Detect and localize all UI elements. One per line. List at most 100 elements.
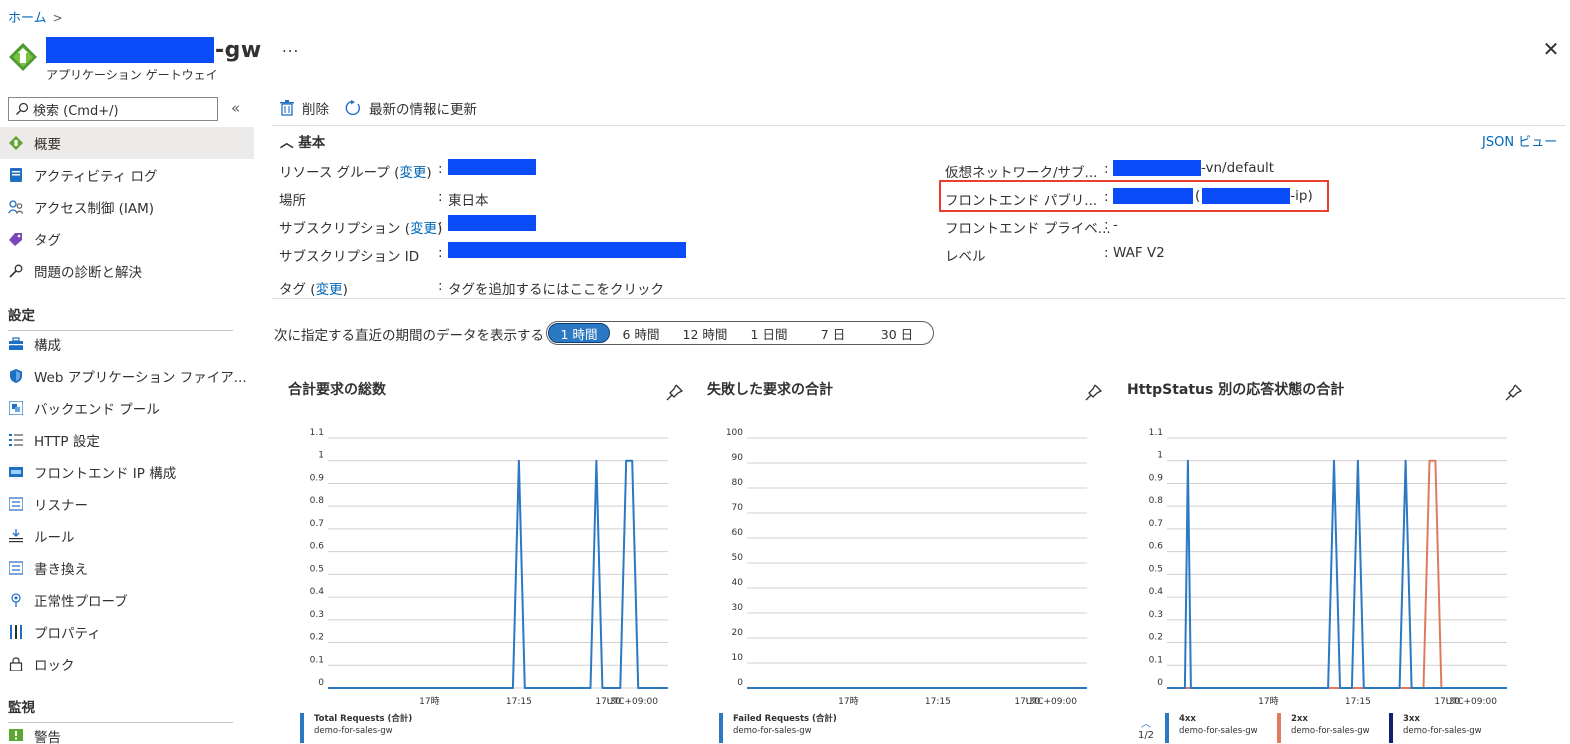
- y-tick-label: 0.4: [1149, 587, 1164, 597]
- vnet-label: 仮想ネットワーク/サブ...: [945, 165, 1098, 181]
- chart-plot: 100908070605040302010017時 17:15 17:30UTC+0…: [726, 428, 1087, 707]
- sidebar-item-rewrite[interactable]: 書き換え: [0, 552, 254, 584]
- colon: :: [438, 189, 443, 205]
- resource-group-value[interactable]: [448, 159, 536, 175]
- health-probe-icon: [8, 592, 24, 608]
- sidebar: 検索 (Cmd+/) « 概要 アクティビティ ログ アクセス制御 (IAM) …: [0, 94, 254, 744]
- sidebar-item-label: HTTP 設定: [34, 434, 100, 450]
- sidebar-item-overview[interactable]: 概要: [0, 127, 254, 159]
- sidebar-item-label: バックエンド プール: [34, 402, 160, 418]
- chart-http-status: 1.1 1 0.9 0.8 0.7 0.6 0.5 0.4 0.3 0.2 0.1 0 17時 17:15…: [1127, 375, 1537, 744]
- sidebar-item-configuration[interactable]: 構成: [0, 328, 254, 360]
- redacted-subscription-id: [448, 242, 686, 258]
- time-range-7d[interactable]: 7 日: [800, 323, 866, 343]
- sidebar-item-alerts[interactable]: 警告: [0, 720, 254, 744]
- json-view-link[interactable]: JSON ビュー: [1482, 131, 1557, 150]
- y-tick-label: 0: [737, 678, 743, 688]
- pin-icon[interactable]: [1083, 383, 1103, 403]
- sidebar-section-monitoring: 監視: [8, 696, 233, 723]
- y-tick-label: 0: [1157, 678, 1163, 688]
- sidebar-item-backend-pool[interactable]: バックエンド プール: [0, 392, 254, 424]
- change-tags-link[interactable]: 変更: [316, 282, 343, 298]
- pin-icon[interactable]: [1503, 383, 1523, 403]
- sidebar-item-frontend-ip[interactable]: フロントエンド IP 構成: [0, 456, 254, 488]
- trash-icon: [280, 100, 294, 116]
- colon: :: [438, 245, 443, 261]
- legend-item[interactable]: Failed Requests (合計) demo-for-sales-gw: [719, 713, 837, 743]
- sidebar-item-label: 概要: [34, 137, 61, 153]
- tags-label: タグ (変更): [279, 282, 348, 298]
- sidebar-item-properties[interactable]: プロパティ: [0, 616, 254, 648]
- y-tick-label: 0.9: [310, 473, 325, 483]
- rewrite-icon: [8, 560, 24, 576]
- y-tick-label: 0.1: [1149, 655, 1163, 665]
- legend-item[interactable]: 2xx demo-for-sales-gw: [1277, 713, 1370, 743]
- sidebar-item-rules[interactable]: ルール: [0, 520, 254, 552]
- add-tags-link[interactable]: タグを追加するにはここをクリック: [448, 278, 664, 298]
- sidebar-search-input[interactable]: 検索 (Cmd+/): [8, 97, 218, 121]
- time-range-6h[interactable]: 6 時間: [610, 323, 672, 343]
- y-tick-label: 1: [1157, 451, 1163, 461]
- legend-pager[interactable]: ︿ 1/2: [1135, 719, 1157, 741]
- x-tick-label: 17:15: [1345, 697, 1371, 707]
- sidebar-item-waf[interactable]: Web アプリケーション ファイア...: [0, 360, 254, 392]
- y-tick-label: 30: [732, 603, 744, 613]
- subscription-value[interactable]: [448, 215, 536, 231]
- y-tick-label: 0.7: [1149, 519, 1163, 529]
- properties-icon: [8, 624, 24, 640]
- change-resource-group-link[interactable]: 変更: [399, 165, 426, 181]
- time-range-30d[interactable]: 30 日: [866, 323, 928, 343]
- y-tick-label: 1.1: [310, 428, 324, 438]
- command-bar: 削除 最新の情報に更新: [280, 97, 493, 119]
- listener-icon: [8, 496, 24, 512]
- sidebar-item-iam[interactable]: アクセス制御 (IAM): [0, 191, 254, 223]
- legend-item[interactable]: 4xx demo-for-sales-gw: [1165, 713, 1258, 743]
- refresh-button[interactable]: 最新の情報に更新: [345, 98, 477, 118]
- time-range-12h[interactable]: 12 時間: [672, 323, 738, 343]
- colon: :: [1104, 161, 1109, 177]
- delete-button[interactable]: 削除: [280, 98, 329, 118]
- sidebar-item-activity-log[interactable]: アクティビティ ログ: [0, 159, 254, 191]
- chart-title: 失敗した要求の合計: [707, 382, 833, 398]
- time-range-1d[interactable]: 1 日間: [738, 323, 800, 343]
- sidebar-item-label: リスナー: [34, 498, 88, 514]
- collapse-sidebar-button[interactable]: «: [231, 99, 240, 117]
- more-actions-button[interactable]: ...: [282, 38, 299, 56]
- breadcrumb-home-link[interactable]: ホーム: [8, 11, 47, 26]
- x-tick-label: 17時: [1258, 696, 1278, 707]
- colon: :: [438, 278, 443, 294]
- sidebar-item-tags[interactable]: タグ: [0, 223, 254, 255]
- y-tick-label: 0.6: [310, 542, 325, 552]
- vnet-suffix: -vn/default: [1201, 160, 1275, 176]
- legend-item[interactable]: 3xx demo-for-sales-gw: [1389, 713, 1482, 743]
- frontend-ip-icon: [8, 464, 24, 480]
- sidebar-item-lock[interactable]: ロック: [0, 648, 254, 680]
- time-range-1h[interactable]: 1 時間: [548, 323, 610, 343]
- sidebar-item-http-settings[interactable]: HTTP 設定: [0, 424, 254, 456]
- sidebar-section-settings: 設定: [8, 304, 233, 331]
- close-button[interactable]: ✕: [1541, 38, 1561, 60]
- redacted-resource-group: [448, 159, 536, 175]
- y-tick-label: 0.2: [310, 633, 324, 643]
- sidebar-item-diagnose[interactable]: 問題の診断と解決: [0, 255, 254, 287]
- overview-icon: [8, 135, 24, 151]
- time-range-selector: 1 時間 6 時間 12 時間 1 日間 7 日 30 日: [546, 321, 934, 345]
- legend-pager-label: 1/2: [1137, 730, 1155, 741]
- x-tick-label: 17時: [419, 696, 439, 707]
- pin-icon[interactable]: [664, 383, 684, 403]
- y-tick-label: 0.5: [1149, 564, 1163, 574]
- chevron-up-icon: ︿: [280, 135, 294, 151]
- y-tick-label: 0.5: [310, 564, 324, 574]
- waf-shield-icon: [8, 368, 24, 384]
- essentials-toggle[interactable]: ︿ 基本: [280, 131, 325, 151]
- sidebar-item-label: タグ: [34, 233, 61, 249]
- resource-type-subtitle: アプリケーション ゲートウェイ: [46, 68, 218, 82]
- chart-title: HttpStatus 別の応答状態の合計: [1127, 382, 1345, 398]
- vnet-value-link[interactable]: -vn/default: [1113, 160, 1274, 176]
- change-subscription-link[interactable]: 変更: [410, 221, 437, 237]
- y-tick-label: 0.1: [310, 655, 324, 665]
- sidebar-item-health-probe[interactable]: 正常性プローブ: [0, 584, 254, 616]
- y-tick-label: 0.6: [1149, 542, 1164, 552]
- sidebar-item-listener[interactable]: リスナー: [0, 488, 254, 520]
- legend-item[interactable]: Total Requests (合計) demo-for-sales-gw: [300, 713, 412, 743]
